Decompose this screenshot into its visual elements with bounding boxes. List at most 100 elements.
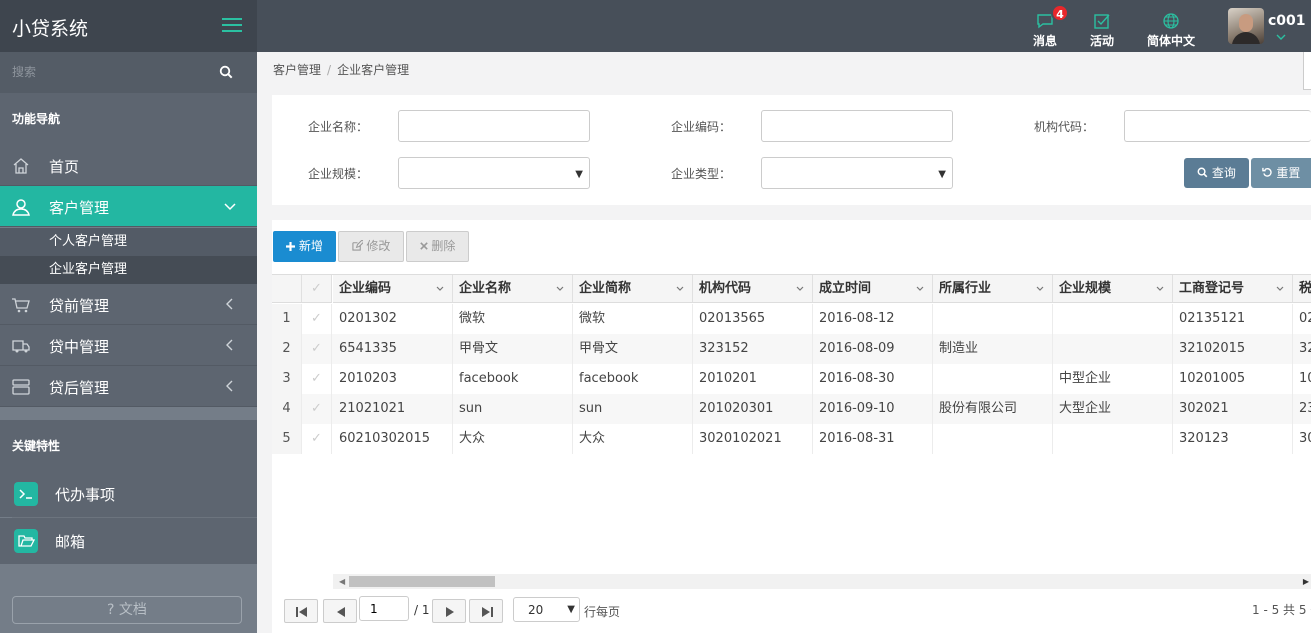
scroll-left-icon[interactable]: ◀ bbox=[339, 577, 345, 586]
org-code-input[interactable] bbox=[1124, 110, 1311, 142]
column-header-org-code[interactable]: 机构代码 bbox=[693, 275, 813, 303]
sidebar-item-label: 邮箱 bbox=[55, 533, 86, 551]
search-icon[interactable] bbox=[219, 65, 233, 79]
sidebar-item-label: 贷前管理 bbox=[49, 297, 110, 315]
select-all-checkbox[interactable]: ✓ bbox=[302, 275, 332, 303]
table-cell: 2010203 bbox=[333, 364, 453, 394]
table-cell: 10201005 bbox=[1173, 364, 1293, 394]
table-cell: 201020301 bbox=[693, 394, 813, 424]
sidebar-item-post-loan[interactable]: 贷后管理 bbox=[0, 366, 257, 407]
column-header-company-scale[interactable]: 企业规模 bbox=[1053, 275, 1173, 303]
company-type-select[interactable]: ▼ bbox=[761, 157, 953, 189]
company-scale-select[interactable]: ▼ bbox=[398, 157, 590, 189]
activity-button[interactable]: 活动 bbox=[1082, 0, 1122, 52]
table-row[interactable]: 1 ✓ 0201302 微软 微软 02013565 2016-08-12 02135121 0… bbox=[272, 304, 1311, 334]
scroll-right-icon[interactable]: ▶ bbox=[1303, 577, 1309, 586]
column-header-tax-no[interactable]: 税 bbox=[1293, 275, 1311, 303]
table-cell: 2010201 bbox=[693, 364, 813, 394]
chevron-down-icon[interactable] bbox=[556, 285, 564, 293]
table-cell: 股份有限公司 bbox=[933, 394, 1053, 424]
language-label: 简体中文 bbox=[1146, 34, 1195, 48]
sidebar-item-home[interactable]: 首页 bbox=[0, 145, 257, 186]
sidebar-item-todo[interactable]: 代办事项 bbox=[0, 471, 257, 517]
row-checkbox[interactable]: ✓ bbox=[302, 334, 332, 364]
column-header-industry[interactable]: 所属行业 bbox=[933, 275, 1053, 303]
row-checkbox[interactable]: ✓ bbox=[302, 424, 332, 454]
table-cell: 2016-08-31 bbox=[813, 424, 933, 454]
chevron-down-icon[interactable] bbox=[676, 285, 684, 293]
table-cell bbox=[933, 364, 1053, 394]
user-menu[interactable]: c001 bbox=[1228, 8, 1311, 48]
app-title: 小贷系统 bbox=[12, 18, 89, 40]
undo-icon bbox=[1261, 167, 1272, 177]
page-size-select[interactable]: 20 ▼ bbox=[513, 597, 580, 622]
table-row[interactable]: 4 ✓ 21021021 sun sun 201020301 2016-09-10 股份有限公… bbox=[272, 394, 1311, 424]
documentation-button[interactable]: ? 文档 bbox=[12, 596, 242, 624]
horizontal-scrollbar[interactable]: ◀ ▶ bbox=[333, 574, 1311, 589]
sidebar-item-in-loan[interactable]: 贷中管理 bbox=[0, 325, 257, 366]
chevron-down-icon[interactable] bbox=[1156, 285, 1164, 293]
sidebar-item-label: 贷后管理 bbox=[49, 379, 110, 397]
first-page-button[interactable] bbox=[284, 599, 318, 623]
scrollbar-thumb[interactable] bbox=[349, 576, 495, 587]
row-checkbox[interactable]: ✓ bbox=[302, 364, 332, 394]
table-row[interactable]: 5 ✓ 60210302015 大众 大众 3020102021 2016-08-31 320… bbox=[272, 424, 1311, 454]
per-page-label: 行每页 bbox=[584, 605, 621, 619]
company-code-label: 企业编码： bbox=[671, 120, 732, 134]
column-header-founded-date[interactable]: 成立时间 bbox=[813, 275, 933, 303]
terminal-icon bbox=[14, 482, 38, 506]
sidebar-subitem-enterprise-customers[interactable]: 企业客户管理 bbox=[0, 256, 257, 284]
chevron-down-icon[interactable] bbox=[796, 285, 804, 293]
breadcrumb-parent[interactable]: 客户管理 bbox=[273, 63, 321, 77]
query-button[interactable]: 查询 bbox=[1184, 158, 1249, 188]
add-button[interactable]: 新增 bbox=[273, 231, 336, 262]
checkbox-icon bbox=[1094, 14, 1110, 29]
column-header-registration-no[interactable]: 工商登记号 bbox=[1173, 275, 1293, 303]
sidebar-item-customer-management[interactable]: 客户管理 bbox=[0, 186, 257, 227]
sidebar-search-input[interactable] bbox=[12, 60, 212, 84]
edit-button[interactable]: 修改 bbox=[338, 231, 404, 262]
add-button-label: 新增 bbox=[298, 239, 323, 253]
chevron-down-icon[interactable] bbox=[436, 285, 444, 293]
company-name-label: 企业名称： bbox=[308, 120, 369, 134]
table-cell: 大众 bbox=[573, 424, 693, 454]
reset-button-label: 重置 bbox=[1276, 166, 1301, 180]
chevron-down-icon[interactable] bbox=[916, 285, 924, 293]
table-cell bbox=[933, 424, 1053, 454]
table-cell bbox=[1053, 334, 1173, 364]
company-name-input[interactable] bbox=[398, 110, 590, 142]
column-header-company-name[interactable]: 企业名称 bbox=[453, 275, 573, 303]
table-row[interactable]: 3 ✓ 2010203 facebook facebook 2010201 2016-08-… bbox=[272, 364, 1311, 394]
row-checkbox[interactable]: ✓ bbox=[302, 304, 332, 334]
total-pages: / 1 bbox=[414, 603, 430, 617]
sidebar-item-pre-loan[interactable]: 贷前管理 bbox=[0, 284, 257, 325]
row-checkbox[interactable]: ✓ bbox=[302, 394, 332, 424]
delete-button[interactable]: 删除 bbox=[406, 231, 469, 262]
table-cell: 02 bbox=[1293, 304, 1311, 334]
company-code-input[interactable] bbox=[761, 110, 953, 142]
language-button[interactable]: 简体中文 bbox=[1140, 0, 1202, 52]
sidebar-item-mailbox[interactable]: 邮箱 bbox=[0, 518, 257, 564]
avatar bbox=[1228, 8, 1264, 44]
chevron-down-icon[interactable] bbox=[1276, 285, 1284, 293]
sidebar-search bbox=[0, 52, 257, 93]
column-header-company-code[interactable]: 企业编码 bbox=[333, 275, 453, 303]
sidebar-subitem-personal-customers[interactable]: 个人客户管理 bbox=[0, 228, 257, 256]
table-row[interactable]: 2 ✓ 6541335 甲骨文 甲骨文 323152 2016-08-09 制造业 321020… bbox=[272, 334, 1311, 364]
menu-toggle-icon[interactable] bbox=[222, 18, 242, 34]
chevron-down-icon[interactable] bbox=[1036, 285, 1044, 293]
user-icon bbox=[12, 199, 30, 216]
record-count-info: 1 - 5 共 5 条 bbox=[1252, 603, 1311, 617]
column-header-short-name[interactable]: 企业简称 bbox=[573, 275, 693, 303]
last-page-icon bbox=[482, 607, 493, 617]
next-page-button[interactable] bbox=[432, 599, 466, 623]
org-code-label: 机构代码： bbox=[1034, 120, 1095, 134]
main-content: 客户管理 / 企业客户管理 企业名称： 企业编码： 机构代码： 企业规模： ▼ 企业… bbox=[257, 52, 1311, 633]
table-cell: 大型企业 bbox=[1053, 394, 1173, 424]
prev-page-button[interactable] bbox=[323, 599, 357, 623]
last-page-button[interactable] bbox=[469, 599, 503, 623]
page-number-input[interactable] bbox=[359, 596, 409, 621]
column-header-label: 企业编码 bbox=[339, 281, 392, 296]
reset-button[interactable]: 重置 bbox=[1251, 158, 1311, 188]
messages-button[interactable]: 4 消息 bbox=[1025, 0, 1069, 52]
